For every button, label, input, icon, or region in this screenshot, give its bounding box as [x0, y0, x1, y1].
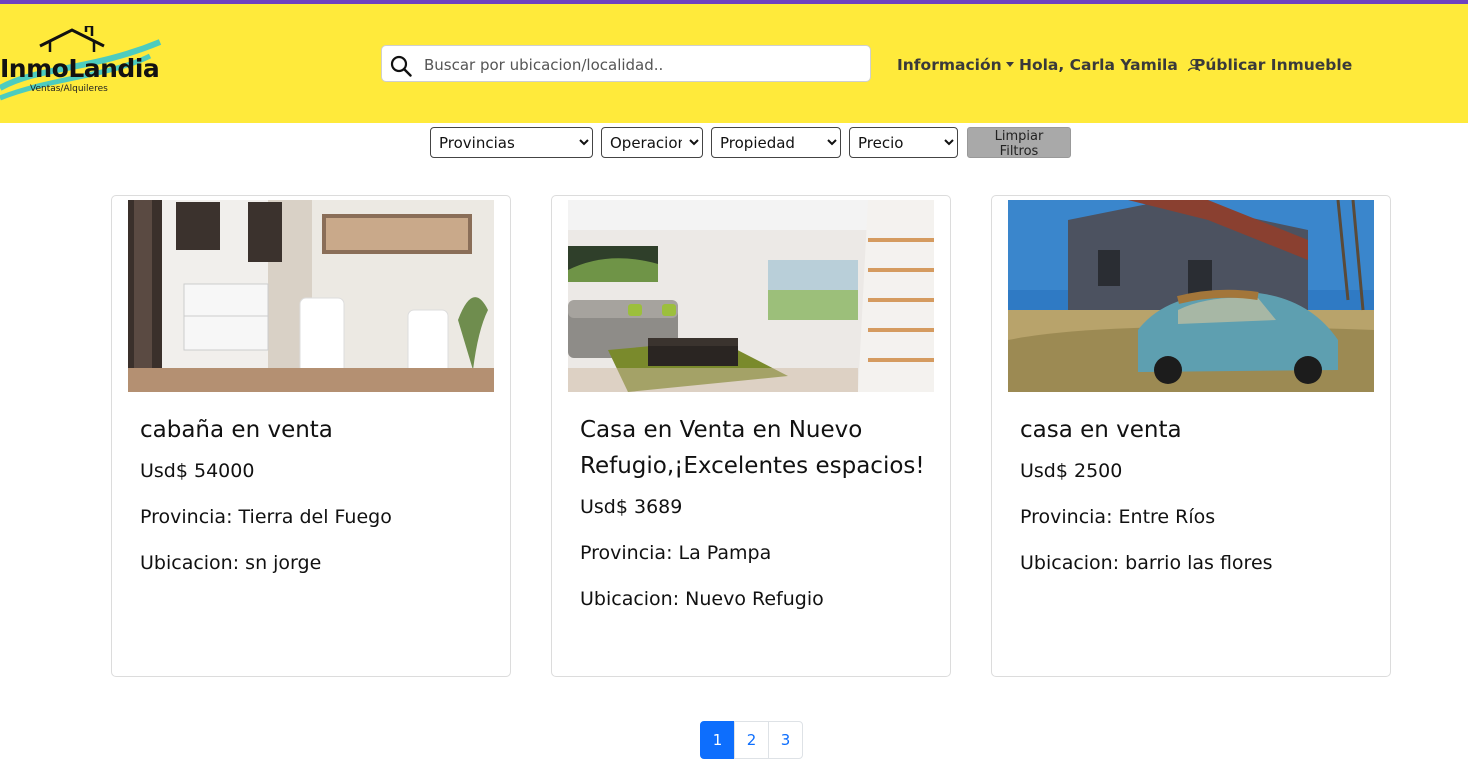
card-title: Casa en Venta en Nuevo Refugio,¡Excelent…: [580, 417, 925, 479]
chevron-down-icon: [1005, 62, 1014, 67]
card-price: Usd$ 3689: [580, 496, 683, 518]
nav-user-label: Hola, Carla Yamila: [1019, 56, 1178, 74]
search-icon[interactable]: [390, 55, 412, 77]
search-input[interactable]: [422, 50, 866, 80]
operacion-select[interactable]: Operacion: [601, 127, 703, 158]
search-box: [381, 45, 871, 82]
card-body: Casa en Venta en Nuevo Refugio,¡Excelent…: [580, 412, 925, 633]
card-price: Usd$ 54000: [140, 460, 255, 482]
card-body: casa en venta Usd$ 2500 Provincia: Entre…: [1020, 412, 1365, 597]
card-location: Ubicacion: Nuevo Refugio: [580, 588, 824, 610]
living-room-image: [568, 200, 934, 392]
card-location: Ubicacion: sn jorge: [140, 552, 322, 574]
bathroom-photo[interactable]: [128, 200, 494, 392]
card-title: cabaña en venta: [140, 417, 333, 443]
card-province: Provincia: Entre Ríos: [1020, 506, 1216, 528]
card-province: Provincia: Tierra del Fuego: [140, 506, 392, 528]
property-card[interactable]: casa en venta Usd$ 2500 Provincia: Entre…: [991, 195, 1391, 677]
living-room-photo[interactable]: [568, 200, 934, 392]
nav-publish-label: Públicar Inmueble: [1194, 56, 1353, 74]
page-2-button[interactable]: 2: [734, 721, 769, 759]
abandoned-house-photo[interactable]: [1008, 200, 1374, 392]
site-logo[interactable]: InmoLandia Ventas/Alquileres: [0, 24, 165, 106]
abandoned-house-image: [1008, 200, 1374, 392]
bathroom-image: [128, 200, 494, 392]
precio-select[interactable]: Precio: [849, 127, 958, 158]
propiedad-select[interactable]: Propiedad: [711, 127, 841, 158]
nav-info-label: Información: [897, 56, 1002, 74]
card-location: Ubicacion: barrio las flores: [1020, 552, 1273, 574]
provincias-select[interactable]: Provincias: [430, 127, 593, 158]
nav-publish-link[interactable]: Públicar Inmueble: [1194, 56, 1352, 74]
logo-text: InmoLandia: [0, 54, 160, 83]
nav-user[interactable]: Hola, Carla Yamila: [1019, 56, 1201, 74]
card-title: casa en venta: [1020, 417, 1182, 443]
property-card[interactable]: Casa en Venta en Nuevo Refugio,¡Excelent…: [551, 195, 951, 677]
nav-info-dropdown[interactable]: Información: [897, 56, 1014, 74]
site-header: InmoLandia Ventas/Alquileres Información…: [0, 4, 1468, 123]
card-price: Usd$ 2500: [1020, 460, 1123, 482]
page-3-button[interactable]: 3: [768, 721, 803, 759]
card-province: Provincia: La Pampa: [580, 542, 772, 564]
logo-subtitle: Ventas/Alquileres: [30, 84, 108, 94]
card-body: cabaña en venta Usd$ 54000 Provincia: Ti…: [140, 412, 485, 597]
clear-filters-button[interactable]: Limpiar Filtros: [967, 127, 1071, 159]
property-card[interactable]: cabaña en venta Usd$ 54000 Provincia: Ti…: [111, 195, 511, 677]
page-1-button[interactable]: 1: [700, 721, 735, 759]
